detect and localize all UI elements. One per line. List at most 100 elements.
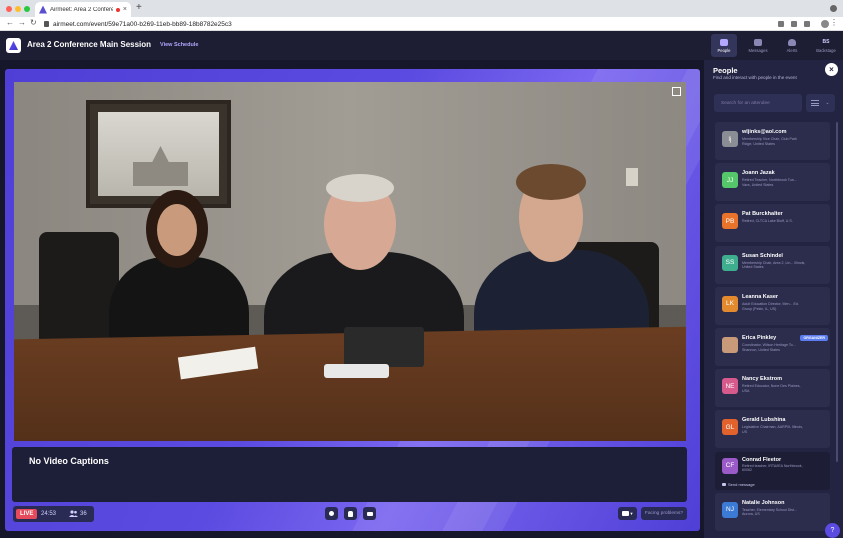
list-item[interactable]: GL Gerald Lubshina Legislative Chairman,… (715, 410, 830, 449)
forward-arrow-icon[interactable]: → (18, 18, 26, 27)
emoji-reaction-button[interactable] (325, 507, 338, 520)
ask-question-button[interactable] (363, 507, 376, 520)
avatar: SS (722, 254, 738, 271)
person-name: Erica Pinkley (742, 334, 777, 341)
tab-alerts[interactable]: Alerts (779, 34, 805, 57)
panel-scrollbar[interactable] (836, 122, 838, 462)
tab-close-icon[interactable]: × (123, 6, 127, 13)
live-video[interactable] (14, 82, 686, 441)
camera-icon[interactable] (778, 21, 784, 27)
tab-people[interactable]: People (711, 34, 737, 57)
avatar: JJ (722, 172, 738, 189)
extension-puzzle-icon[interactable] (791, 21, 797, 27)
tab-backstage-label: Backstage (816, 47, 836, 53)
view-schedule-link[interactable]: View Schedule (160, 42, 198, 48)
event-title: Area 2 Conference Main Session (27, 40, 152, 49)
avatar: lj (722, 131, 738, 147)
person-detail: Legislative Chairman, AARP/IL Illinois, … (742, 425, 803, 435)
session-timer: 24:53 (41, 511, 57, 517)
person-detail: Membership Vice Chair, Club Park Ridge, … (742, 137, 797, 146)
facing-problems-button[interactable]: Facing problems? (641, 507, 687, 520)
emoji-icon (329, 511, 334, 516)
people-icon (720, 38, 728, 46)
avatar: PB (722, 213, 738, 230)
person-detail: Retired teacher, IRTA/IEA Northbrook, 60… (742, 463, 803, 473)
right-nav: People Messages Alerts BS Backstage (704, 31, 843, 60)
panel-title: People (713, 66, 738, 75)
framed-picture (86, 100, 231, 208)
close-window-button[interactable] (6, 6, 12, 12)
avatar: NE (722, 378, 738, 395)
back-arrow-icon[interactable]: ← (6, 18, 14, 27)
person-detail: Adult Education Director, Men... Ed. Gro… (742, 301, 799, 311)
person-detail: Coordinator, Wilson Heritage To... Shann… (742, 342, 796, 352)
stage-frame: No Video Captions (5, 69, 700, 531)
url-field[interactable]: airmeet.com/event/59e71a00-b269-11eb-bb8… (44, 19, 784, 29)
avatar: NJ (722, 501, 738, 518)
extension-icon[interactable] (830, 5, 837, 12)
attendee-count: 36 (80, 511, 87, 517)
person-detail: Teacher, Elementary School Dist... Auror… (742, 507, 797, 517)
profile-avatar-icon[interactable] (821, 20, 829, 28)
person-detail: Retired Educator, None Des Plaines, USA (742, 384, 801, 393)
list-item[interactable]: lj wljinks@aol.com Membership Vice Chair… (715, 122, 830, 160)
new-tab-button[interactable]: + (136, 2, 142, 13)
list-item[interactable]: JJ Joann Jazak Retired Teacher, Northbro… (715, 163, 830, 202)
backstage-icon: BS (822, 38, 830, 45)
person-name: Nancy Ekstrom (742, 376, 783, 383)
list-item[interactable]: NE Nancy Ekstrom Retired Educator, None … (715, 369, 830, 408)
person-name: wljinks@aol.com (742, 129, 787, 135)
reload-icon[interactable]: ↻ (30, 18, 37, 27)
list-item[interactable]: LK Leanna Kaser Adult Education Director… (715, 286, 830, 325)
person-name: Natalie Johnson (742, 499, 785, 506)
tab-alerts-label: Alerts (786, 47, 798, 53)
tab-messages-label: Messages (748, 47, 768, 53)
airmeet-logo[interactable] (6, 38, 21, 53)
send-message-button[interactable]: Send message (722, 482, 755, 487)
raise-hand-button[interactable] (344, 507, 357, 520)
person-name: Susan Schindel (742, 252, 783, 259)
attendees-icon (69, 510, 78, 517)
bell-icon (788, 38, 796, 46)
message-icon (722, 482, 726, 486)
person-name: Joann Jazak (742, 170, 775, 177)
avatar: CF (722, 457, 738, 474)
bookmark-star-icon[interactable] (804, 21, 810, 27)
chevron-down-icon: ▼ (629, 511, 634, 516)
minimize-window-button[interactable] (15, 6, 21, 12)
captions-toggle-button[interactable]: ▼ (618, 507, 637, 520)
hand-icon (348, 510, 353, 517)
app-header: Area 2 Conference Main Session View Sche… (0, 31, 704, 60)
chat-icon (754, 38, 762, 46)
maximize-window-button[interactable] (24, 6, 30, 12)
person-detail: Retired Teacher, Northbrook Toa... Vacs,… (742, 178, 797, 187)
closed-captions-icon (621, 511, 629, 516)
help-button[interactable]: ? (825, 523, 840, 538)
people-list: lj wljinks@aol.com Membership Vice Chair… (715, 122, 830, 534)
captions-panel: No Video Captions (12, 447, 687, 502)
tab-backstage[interactable]: BS Backstage (813, 34, 839, 57)
list-item[interactable]: EP Erica Pinkley Coordinator, Wilson Her… (715, 327, 830, 366)
address-bar: ← → ↻ airmeet.com/event/59e71a00-b269-11… (0, 17, 843, 31)
list-item[interactable]: CF Conrad Fleetor Retired teacher, IRTA/… (715, 451, 830, 490)
person-name: Pat Burckhalter (742, 211, 783, 218)
list-item[interactable]: NJ Natalie Johnson Teacher, Elementary S… (715, 492, 830, 531)
fullscreen-icon[interactable] (672, 87, 681, 96)
more-menu-icon[interactable]: ⋮ (830, 18, 838, 27)
captions-text: No Video Captions (29, 456, 109, 466)
list-item[interactable]: SS Susan Schindel Membership Chair, Area… (715, 245, 830, 284)
person-name: Conrad Fleetor (742, 456, 782, 463)
live-badge: LIVE (16, 509, 38, 519)
chevron-down-icon: ⌄ (825, 100, 830, 106)
tab-messages[interactable]: Messages (745, 34, 771, 57)
list-item[interactable]: PB Pat Burckhalter Retired, CLTCA Lake B… (715, 204, 830, 243)
attendee-search-input[interactable]: Search for an attendee (714, 94, 802, 112)
list-view-filter-button[interactable]: ⌄ (806, 94, 835, 112)
recording-dot-icon (115, 7, 120, 12)
airmeet-favicon-icon (39, 5, 47, 14)
browser-tab[interactable]: Airmeet: Area 2 Conferen × (35, 2, 131, 17)
send-message-label: Send message (728, 481, 755, 487)
stage-area: No Video Captions LIVE 24:53 36 ▼ Facing… (0, 60, 704, 538)
person-name: Gerald Lubshina (742, 417, 786, 424)
close-panel-button[interactable]: × (825, 63, 838, 76)
